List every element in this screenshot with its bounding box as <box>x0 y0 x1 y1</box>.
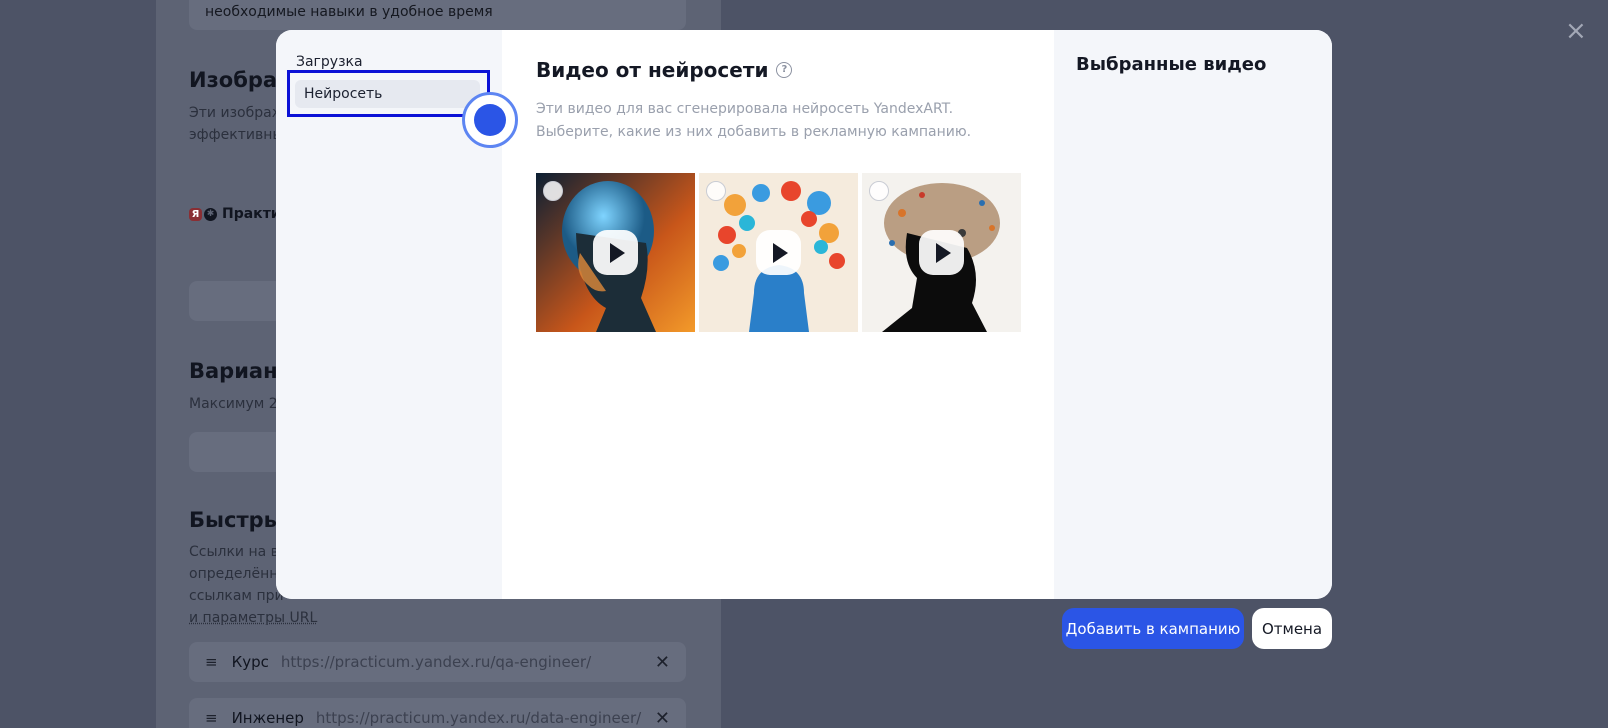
add-to-campaign-button[interactable]: Добавить в кампанию <box>1062 608 1244 649</box>
background-quicklinks-text-1: Ссылки на в <box>189 544 279 560</box>
background-variants-heading: Вариант <box>189 359 290 383</box>
tab-upload[interactable]: Загрузка <box>296 54 363 70</box>
background-variant-slot <box>189 432 289 472</box>
practicum-logo-icon: ✱ <box>204 207 217 221</box>
play-icon[interactable] <box>593 230 638 275</box>
link-url: https://practicum.yandex.ru/data-enginee… <box>315 709 642 727</box>
background-image-slot <box>189 281 289 321</box>
drag-handle-icon: ≡ <box>205 709 218 727</box>
modal-title: Видео от нейросети <box>536 58 769 82</box>
background-brand: Я ✱ Практи <box>189 206 281 222</box>
background-url-params-link: и параметры URL <box>189 610 318 626</box>
background-link-row: ≡ Курс https://practicum.yandex.ru/qa-en… <box>189 642 686 682</box>
background-quicklinks-text-3: ссылкам при <box>189 588 284 604</box>
select-checkbox[interactable] <box>706 181 726 201</box>
select-checkbox[interactable] <box>543 181 563 201</box>
close-icon[interactable]: × <box>1565 18 1587 44</box>
background-link-row: ≡ Инженер https://practicum.yandex.ru/da… <box>189 698 686 728</box>
help-icon[interactable]: ? <box>776 62 793 78</box>
background-images-text-2: эффективны <box>189 127 284 143</box>
video-thumbnail[interactable] <box>862 173 1021 332</box>
title-row: Видео от нейросети ? <box>536 58 1020 82</box>
yandex-logo-icon: Я <box>189 207 202 221</box>
drag-handle-icon: ≡ <box>205 653 218 671</box>
link-label: Инженер <box>231 709 304 727</box>
video-grid <box>536 173 1021 332</box>
remove-icon: ✕ <box>654 707 670 728</box>
video-thumbnail[interactable] <box>536 173 695 332</box>
brand-label: Практи <box>222 206 281 222</box>
cancel-button[interactable]: Отмена <box>1252 608 1332 649</box>
play-icon[interactable] <box>756 230 801 275</box>
remove-icon: ✕ <box>654 651 670 673</box>
modal-main: Видео от нейросети ? Эти видео для вас с… <box>502 30 1054 599</box>
background-description-input: необходимые навыки в удобное время <box>189 0 686 30</box>
tab-highlight <box>287 70 490 117</box>
selected-videos-title: Выбранные видео <box>1076 54 1267 75</box>
link-label: Курс <box>231 653 269 671</box>
background-quicklinks-text-2: определённ <box>189 566 279 582</box>
video-picker-modal: Загрузка Нейросеть Видео от нейросети ? … <box>276 30 1332 599</box>
selected-videos-panel: Выбранные видео <box>1054 30 1332 599</box>
play-icon[interactable] <box>919 230 964 275</box>
modal-sidebar: Загрузка Нейросеть <box>276 30 518 599</box>
modal-description: Эти видео для вас сгенерировала нейросет… <box>536 101 972 140</box>
video-thumbnail[interactable] <box>699 173 858 332</box>
select-checkbox[interactable] <box>869 181 889 201</box>
background-images-text-1: Эти изображ <box>189 105 285 121</box>
link-url: https://practicum.yandex.ru/qa-engineer/ <box>280 653 592 671</box>
background-quicklinks-heading: Быстры <box>189 508 283 532</box>
background-variants-text: Максимум 2 <box>189 396 278 412</box>
